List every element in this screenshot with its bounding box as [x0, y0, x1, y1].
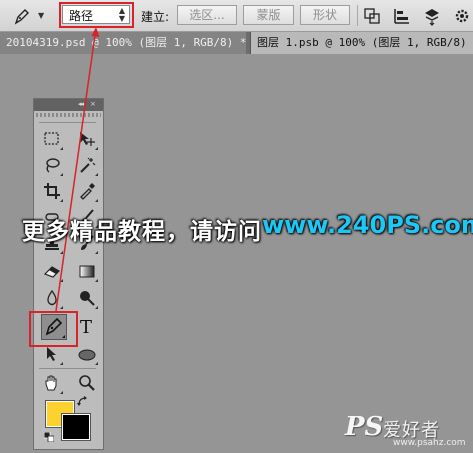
watermark-url: www.240PS.com: [262, 211, 473, 239]
logo-ps: PS: [345, 412, 384, 442]
site-logo: PS 爱好者 www.psahz.com: [345, 410, 470, 450]
watermark-text: 更多精品教程，请访问: [22, 219, 262, 245]
logo-domain: www.psahz.com: [393, 438, 466, 448]
